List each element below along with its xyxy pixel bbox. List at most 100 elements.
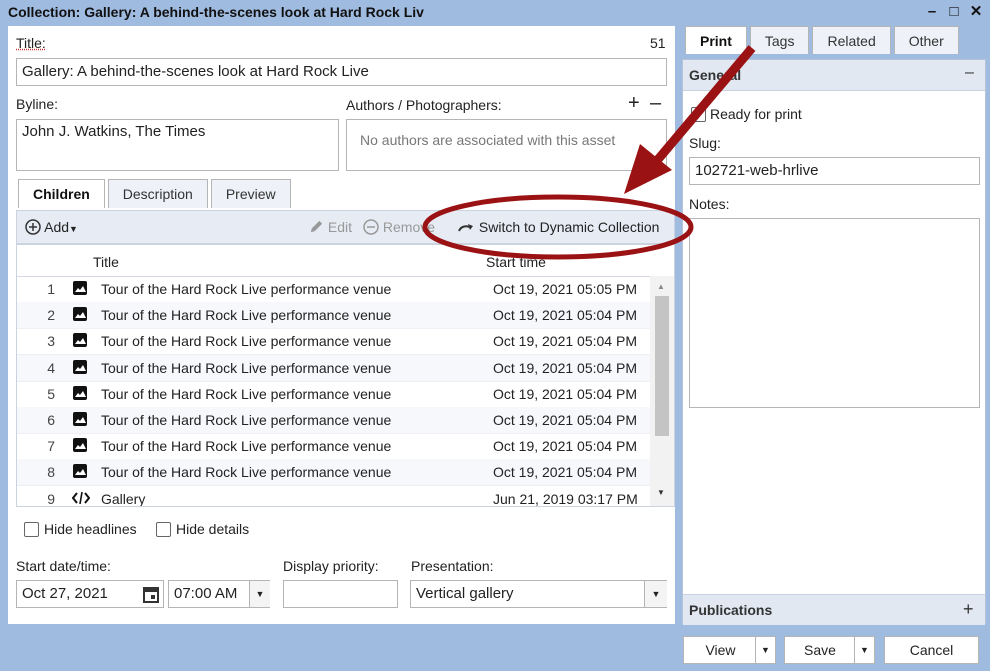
row-start-time: Oct 19, 2021 05:04 PM — [493, 464, 637, 481]
hide-headlines-checkbox[interactable] — [24, 522, 39, 537]
minimize-icon[interactable]: – — [924, 2, 940, 20]
display-priority-label: Display priority: — [283, 558, 379, 574]
title-char-count: 51 — [650, 35, 666, 51]
switch-dynamic-button[interactable]: Switch to Dynamic Collection — [457, 219, 659, 235]
chevron-down-icon: ▼ — [69, 224, 78, 234]
column-title[interactable]: Title — [93, 254, 119, 270]
table-row[interactable]: 5 Tour of the Hard Rock Live performance … — [17, 381, 650, 408]
remove-circle-icon — [363, 219, 379, 235]
view-button[interactable]: View — [683, 636, 758, 664]
row-start-time: Oct 19, 2021 05:04 PM — [493, 412, 637, 428]
title-input[interactable]: Gallery: A behind-the-scenes look at Har… — [16, 58, 667, 86]
scroll-down-icon[interactable]: ▼ — [657, 488, 665, 497]
authors-list[interactable]: No authors are associated with this asse… — [346, 119, 667, 171]
row-number: 8 — [47, 464, 55, 481]
presentation-dropdown-icon[interactable]: ▼ — [644, 581, 667, 607]
maximize-icon[interactable]: □ — [946, 2, 962, 20]
row-start-time: Oct 19, 2021 05:04 PM — [493, 333, 637, 350]
image-icon — [72, 280, 88, 296]
row-start-time: Jun 21, 2019 03:17 PM — [493, 490, 638, 507]
table-row[interactable]: 2 Tour of the Hard Rock Live performance … — [17, 302, 650, 330]
general-section-title: General — [689, 67, 742, 83]
image-icon — [72, 332, 88, 348]
remove-label: Remove — [382, 219, 436, 235]
switch-dynamic-label: Switch to Dynamic Collection — [478, 219, 660, 235]
publications-section-header[interactable]: Publications + — [683, 594, 985, 625]
tab-description[interactable]: Description — [107, 179, 208, 208]
tab-print[interactable]: Print — [685, 26, 747, 54]
row-number: 1 — [47, 281, 55, 297]
table-row[interactable]: 6 Tour of the Hard Rock Live performance … — [17, 407, 650, 434]
byline-field[interactable]: John J. Watkins, The Times — [16, 119, 339, 171]
notes-textarea[interactable] — [689, 218, 980, 408]
table-row[interactable]: 7 Tour of the Hard Rock Live performance … — [17, 433, 650, 461]
time-dropdown-icon[interactable]: ▼ — [249, 581, 270, 607]
tab-other[interactable]: Other — [893, 26, 959, 54]
remove-author-button[interactable]: – — [650, 92, 661, 115]
table-row[interactable]: 9 Gallery Jun 21, 2019 03:17 PM — [17, 486, 650, 507]
slug-input[interactable]: 102721-web-hrlive — [689, 157, 980, 185]
view-menu-icon[interactable]: ▼ — [755, 636, 776, 664]
right-panel: Print Tags Related Other General – Ready… — [682, 26, 986, 625]
notes-label: Notes: — [689, 196, 730, 212]
add-label: Add — [44, 219, 70, 235]
save-button[interactable]: Save — [784, 636, 856, 664]
redo-icon — [458, 224, 473, 232]
presentation-select[interactable]: Vertical gallery — [410, 580, 667, 608]
row-title: Tour of the Hard Rock Live performance v… — [101, 333, 392, 350]
ready-for-print-checkbox[interactable] — [691, 107, 706, 122]
save-menu-icon[interactable]: ▼ — [854, 636, 875, 664]
scrollbar-thumb[interactable] — [655, 296, 669, 436]
grid-scrollbar[interactable]: ▲ ▼ — [650, 276, 674, 506]
table-row[interactable]: 8 Tour of the Hard Rock Live performance … — [17, 459, 650, 487]
start-date-input[interactable]: Oct 27, 2021 — [16, 580, 164, 608]
collapse-general-icon[interactable]: – — [965, 64, 974, 82]
grid-header: Title Start time — [17, 245, 674, 277]
row-number: 5 — [47, 385, 55, 402]
row-title: Tour of the Hard Rock Live performance v… — [101, 412, 392, 428]
start-datetime-label: Start date/time: — [16, 558, 111, 574]
row-number: 2 — [47, 307, 55, 324]
display-priority-input[interactable] — [283, 580, 398, 608]
children-toolbar: Add▼ Edit Remove Switch to Dynamic Colle… — [16, 210, 675, 244]
code-icon — [71, 490, 91, 506]
row-title: Tour of the Hard Rock Live performance v… — [101, 385, 392, 402]
scroll-up-icon[interactable]: ▲ — [657, 282, 665, 291]
table-row[interactable]: 4 Tour of the Hard Rock Live performance … — [17, 354, 650, 382]
cancel-button[interactable]: Cancel — [884, 636, 979, 664]
remove-button[interactable]: Remove — [363, 219, 435, 235]
row-number: 9 — [47, 490, 55, 507]
row-title: Tour of the Hard Rock Live performance v… — [101, 307, 392, 324]
hide-details-label: Hide details — [176, 521, 250, 537]
byline-label: Byline: — [16, 96, 59, 112]
tab-related[interactable]: Related — [812, 26, 891, 54]
close-icon[interactable]: ✕ — [968, 2, 984, 20]
add-author-button[interactable]: + — [628, 92, 640, 115]
add-publication-icon[interactable]: + — [963, 599, 974, 620]
row-start-time: Oct 19, 2021 05:04 PM — [493, 359, 637, 376]
general-section-header[interactable]: General – — [683, 60, 985, 91]
hide-details-checkbox[interactable] — [156, 522, 171, 537]
image-icon — [72, 359, 88, 375]
row-title: Tour of the Hard Rock Live performance v… — [101, 281, 392, 297]
calendar-icon[interactable] — [143, 585, 159, 603]
image-icon — [72, 463, 88, 479]
authors-label: Authors / Photographers: — [346, 97, 502, 113]
print-panel: General – Ready for print Slug: 102721-w… — [682, 59, 986, 625]
add-button[interactable]: Add▼ — [25, 219, 78, 235]
ready-for-print-label: Ready for print — [710, 106, 802, 122]
image-icon — [72, 411, 88, 427]
edit-button[interactable]: Edit — [309, 219, 352, 235]
tab-preview[interactable]: Preview — [210, 179, 291, 208]
window-titlebar: Collection: Gallery: A behind-the-scenes… — [0, 0, 990, 24]
tab-children[interactable]: Children — [18, 179, 105, 208]
row-number: 6 — [47, 412, 55, 428]
row-title: Gallery — [101, 490, 146, 507]
table-row[interactable]: 3 Tour of the Hard Rock Live performance … — [17, 328, 650, 356]
tab-tags[interactable]: Tags — [749, 26, 810, 54]
edit-label: Edit — [327, 219, 353, 235]
table-row[interactable]: 1 Tour of the Hard Rock Live performance … — [17, 276, 650, 303]
column-start-time[interactable]: Start time — [486, 254, 546, 270]
row-start-time: Oct 19, 2021 05:04 PM — [493, 438, 637, 455]
presentation-label: Presentation: — [411, 558, 494, 574]
